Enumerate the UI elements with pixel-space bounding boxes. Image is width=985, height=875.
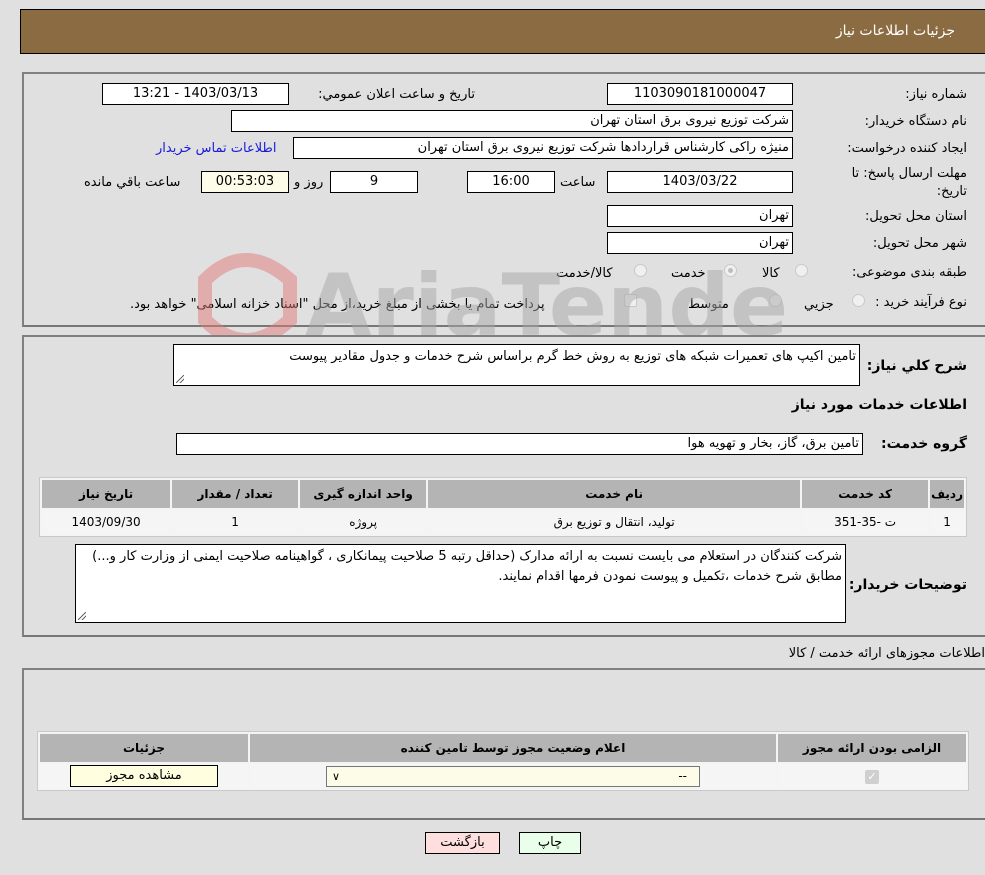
category-option-goods: کالا (762, 266, 780, 281)
services-table: ردیف کد خدمت نام خدمت واحد اندازه گیری ت… (39, 477, 967, 537)
category-radio-goods[interactable] (795, 264, 808, 277)
summary-textarea[interactable]: تامین اکیپ های تعمیرات شبکه های توزیع به… (173, 344, 860, 386)
deadline-time-label: ساعت (560, 175, 596, 190)
process-label: نوع فرآیند خرید : (875, 295, 967, 310)
col-permit-status: اعلام وضعیت مجوز توسط تامین کننده (250, 734, 776, 762)
need-number-field: 1103090181000047 (607, 83, 793, 105)
col-row-number: ردیف (930, 480, 964, 508)
city-field: تهران (607, 232, 793, 254)
chevron-down-icon: ∨ (332, 769, 341, 783)
summary-label: شرح کلي نياز: (866, 358, 967, 374)
table-row: 1 ت -35-351 تولید، انتقال و توزیع برق پر… (42, 510, 964, 534)
col-service-code: کد خدمت (802, 480, 929, 508)
deadline-date-field: 1403/03/22 (607, 171, 793, 193)
col-unit: واحد اندازه گیری (300, 480, 427, 508)
service-group-field: تامین برق، گاز، بخار و تهویه هوا (176, 433, 863, 455)
back-button[interactable]: بازگشت (425, 832, 500, 854)
process-note: پرداخت تمام یا بخشی از مبلغ خرید،از محل … (130, 297, 545, 312)
cell-service-name: تولید، انتقال و توزیع برق (428, 510, 801, 534)
process-option-minor: جزيي (804, 297, 834, 312)
province-label: استان محل تحویل: (865, 209, 967, 224)
col-service-name: نام خدمت (428, 480, 801, 508)
col-need-date: تاریخ نیاز (42, 480, 171, 508)
category-option-goods-service: کالا/خدمت (556, 266, 613, 281)
col-permit-details: جزئیات (40, 734, 248, 762)
category-option-service: خدمت (671, 266, 706, 281)
permit-status-value: -- (678, 768, 687, 783)
process-radio-minor[interactable] (852, 294, 865, 307)
summary-text: تامین اکیپ های تعمیرات شبکه های توزیع به… (289, 349, 856, 364)
permits-table: الزامی بودن ارائه مجوز اعلام وضعیت مجوز … (37, 731, 969, 791)
process-option-medium: متوسط (688, 297, 729, 312)
buyer-notes-label: توضیحات خریدار: (848, 577, 967, 593)
category-radio-service[interactable] (724, 264, 737, 277)
services-table-header: ردیف کد خدمت نام خدمت واحد اندازه گیری ت… (42, 480, 964, 508)
creator-field: منیژه راکی کارشناس قراردادها شرکت توزیع … (293, 137, 793, 159)
deadline-time-field: 16:00 (467, 171, 555, 193)
service-group-label: گروه خدمت: (881, 436, 967, 452)
buyer-notes-text: شرکت کنندگان در استعلام می بایست نسبت به… (92, 549, 842, 584)
contact-info-link[interactable]: اطلاعات تماس خریدار (156, 141, 276, 156)
announce-label: تاریخ و ساعت اعلان عمومي: (318, 87, 475, 102)
remaining-time-label: ساعت باقي مانده (84, 175, 181, 190)
cell-need-date: 1403/09/30 (42, 510, 171, 534)
col-permit-required: الزامی بودن ارائه مجوز (778, 734, 966, 762)
cell-permit-details: مشاهده مجوز (40, 764, 248, 788)
permit-status-select[interactable]: -- ∨ (326, 765, 700, 787)
table-row: ✓ -- ∨ مشاهده مجوز (40, 764, 966, 788)
check-icon: ✓ (867, 769, 877, 783)
cell-quantity: 1 (172, 510, 299, 534)
category-label: طبقه بندی موضوعی: (851, 265, 967, 280)
view-permit-button[interactable]: مشاهده مجوز (70, 765, 218, 787)
permit-required-checkbox[interactable]: ✓ (865, 769, 879, 784)
cell-unit: پروژه (300, 510, 427, 534)
remaining-time-field: 00:53:03 (201, 171, 289, 193)
buyer-org-label: نام دستگاه خريدار: (864, 114, 967, 129)
buyer-org-field: شرکت توزیع نیروی برق استان تهران (231, 110, 793, 132)
cell-permit-status: -- ∨ (250, 764, 776, 788)
print-button[interactable]: چاپ (519, 832, 581, 854)
page-header: جزئیات اطلاعات نیاز (20, 9, 985, 54)
treasury-checkbox[interactable] (624, 294, 637, 307)
need-number-label: شماره نیاز: (905, 87, 967, 102)
province-field: تهران (607, 205, 793, 227)
days-field: 9 (330, 171, 418, 193)
deadline-label: مهلت ارسال پاسخ: تا تاریخ: (851, 166, 967, 199)
buyer-notes-textarea[interactable]: شرکت کنندگان در استعلام می بایست نسبت به… (75, 544, 846, 623)
announce-field: 1403/03/13 - 13:21 (102, 83, 289, 105)
resize-handle-icon[interactable] (176, 375, 184, 383)
city-label: شهر محل تحویل: (872, 236, 967, 251)
permits-table-header: الزامی بودن ارائه مجوز اعلام وضعیت مجوز … (40, 734, 966, 762)
cell-service-code: ت -35-351 (802, 510, 929, 534)
category-radio-goods-service[interactable] (634, 264, 647, 277)
cell-permit-required: ✓ (778, 764, 966, 788)
process-radio-medium[interactable] (769, 294, 782, 307)
cell-row-number: 1 (930, 510, 964, 534)
days-label: روز و (294, 175, 324, 190)
creator-label: ایجاد کننده درخواست: (847, 141, 967, 156)
page-title: جزئیات اطلاعات نیاز (835, 23, 955, 39)
permits-title: اطلاعات مجوزهای ارائه خدمت / کالا (788, 646, 985, 661)
col-quantity: تعداد / مقدار (172, 480, 299, 508)
services-heading: اطلاعات خدمات مورد نیاز (791, 397, 967, 413)
resize-handle-icon[interactable] (78, 612, 86, 620)
